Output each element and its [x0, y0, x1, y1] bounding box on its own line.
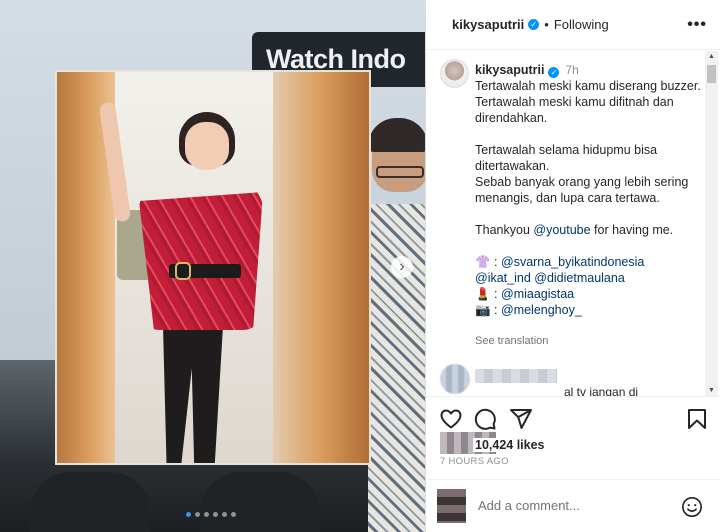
caption-line: Tertawalah selama hidupmu bisa ditertawa…	[475, 143, 658, 173]
mention-link[interactable]: @melenghoy_	[501, 303, 582, 317]
audience-seat	[200, 472, 320, 532]
avatar[interactable]	[440, 59, 469, 88]
like-button[interactable]	[438, 407, 464, 433]
mention-link[interactable]: @didietmaulana	[534, 271, 625, 285]
see-translation-link[interactable]: See translation	[475, 335, 548, 347]
caption-username[interactable]: kikysaputrii	[475, 63, 544, 77]
comment-icon	[474, 408, 496, 430]
save-button[interactable]	[684, 407, 710, 433]
carousel-dots	[186, 512, 236, 517]
photo-figure-face	[185, 122, 229, 170]
mention-link[interactable]: @ikat_ind	[475, 271, 531, 285]
caption-line: Tertawalah meski kamu difitnah dan diren…	[475, 95, 674, 125]
share-icon	[510, 409, 532, 429]
caption-thanks: Thankyou @youtube for having me.	[475, 223, 674, 237]
caption-time[interactable]: 7h	[565, 63, 578, 77]
credit-line: 💄 : @miaagistaa	[475, 287, 575, 301]
scroll-down-icon[interactable]: ▼	[708, 387, 715, 394]
comments-area: kikysaputrii ✓ 7h Tertawalah meski kamu di…	[426, 51, 706, 396]
emoji-button[interactable]	[681, 496, 703, 518]
comments-scrollbar[interactable]: ▲ ▼	[705, 51, 718, 396]
carousel-dot	[213, 512, 218, 517]
more-icon[interactable]: •••	[687, 16, 707, 34]
carousel-dot	[222, 512, 227, 517]
carousel-dot	[204, 512, 209, 517]
verified-icon: ✓	[528, 19, 540, 30]
background-person	[368, 118, 425, 532]
post-media: Watch Indo ›	[0, 0, 425, 532]
credit-line: 👚 : @svarna_byikatindonesia	[475, 255, 645, 269]
carousel-dot	[195, 512, 200, 517]
camera-icon: 📷	[475, 303, 491, 317]
photo-figure-buckle	[175, 262, 191, 280]
credit-line: @ikat_ind @didietmaulana	[475, 270, 701, 286]
share-button[interactable]	[508, 407, 534, 433]
photo-figure-top	[139, 192, 263, 330]
bookmark-icon	[688, 409, 706, 429]
shirt-icon: 👚	[475, 255, 491, 269]
audience-seat	[30, 472, 150, 532]
carousel-dot	[231, 512, 236, 517]
emoji-icon	[682, 497, 702, 517]
commenter-avatar[interactable]	[440, 364, 470, 394]
credit-line: 📷 : @melenghoy_	[475, 303, 582, 317]
heart-icon	[440, 409, 462, 429]
chevron-right-icon: ›	[399, 258, 405, 275]
mention-link[interactable]: @miaagistaa	[501, 287, 574, 301]
commenter-username-blurred	[475, 369, 557, 383]
header-separator: •	[544, 17, 549, 32]
scroll-up-icon[interactable]: ▲	[708, 53, 715, 60]
carousel-dot	[186, 512, 191, 517]
comment-button[interactable]	[472, 407, 498, 433]
caption: kikysaputrii ✓ 7h Tertawalah meski kamu di…	[475, 62, 701, 318]
current-user-avatar	[437, 489, 466, 523]
inset-photo	[55, 70, 371, 465]
comment-text: al tv jangan di	[561, 385, 642, 396]
comment-input[interactable]	[478, 498, 668, 513]
caption-line: Sebab banyak orang yang lebih sering men…	[475, 175, 689, 205]
following-button[interactable]: Following	[554, 17, 609, 32]
post-side-panel: kikysaputrii ✓ • Following ••• kikysaput…	[425, 0, 720, 532]
mention-link[interactable]: @youtube	[533, 223, 590, 237]
header-username[interactable]: kikysaputrii	[452, 17, 524, 32]
lipstick-icon: 💄	[475, 287, 491, 301]
post-header: kikysaputrii ✓ • Following •••	[426, 0, 720, 50]
scroll-thumb[interactable]	[707, 65, 716, 83]
caption-line: Tertawalah meski kamu diserang buzzer.	[475, 79, 701, 93]
mention-link[interactable]: @svarna_byikatindonesia	[501, 255, 644, 269]
verified-icon: ✓	[548, 67, 560, 78]
likes-count[interactable]: 10,424 likes	[473, 438, 545, 452]
carousel-next-button[interactable]: ›	[391, 256, 413, 278]
add-comment-row	[426, 479, 720, 532]
post-timestamp[interactable]: 7 HOURS AGO	[440, 456, 509, 467]
